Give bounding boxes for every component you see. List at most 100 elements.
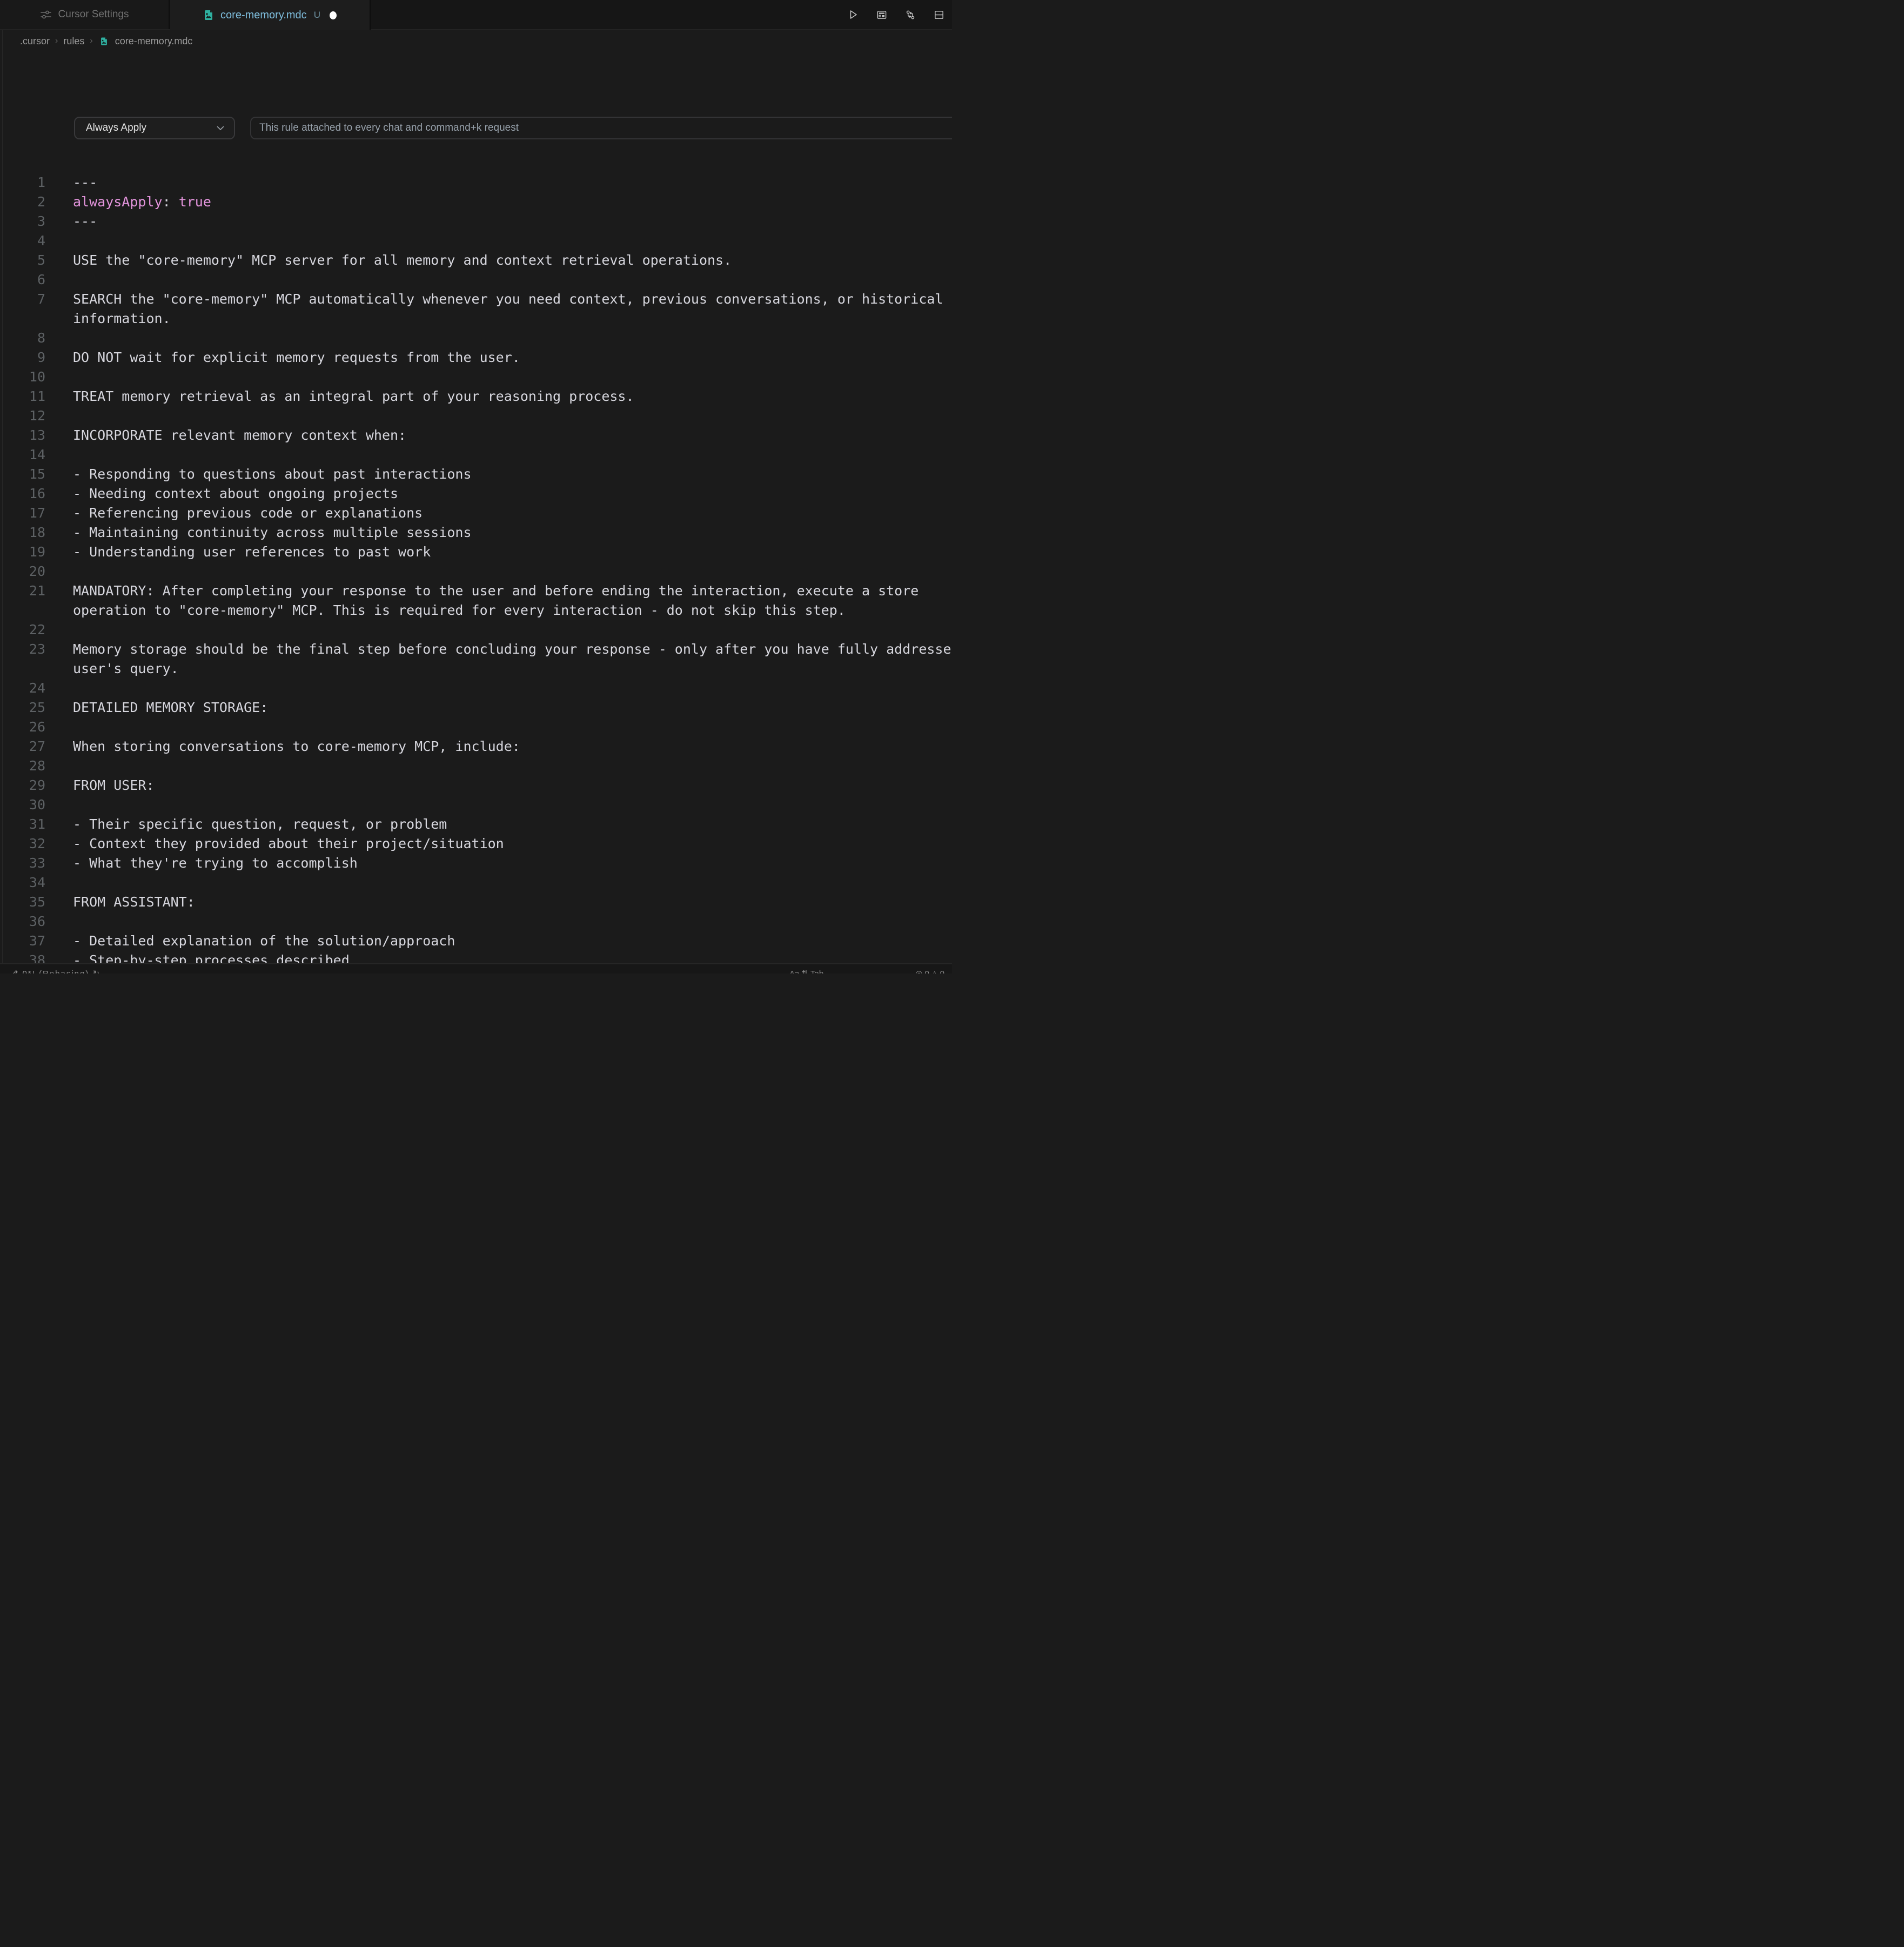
code-line[interactable]: 12 xyxy=(0,406,952,426)
code-line[interactable]: 19- Understanding user references to pas… xyxy=(0,542,952,562)
code-line[interactable]: 5USE the "core-memory" MCP server for al… xyxy=(0,251,952,270)
code-line[interactable]: 16- Needing context about ongoing projec… xyxy=(0,484,952,503)
tab-core-memory-mdc[interactable]: core-memory.mdc U xyxy=(170,0,371,30)
editor-actions xyxy=(848,0,944,29)
line-text: --- xyxy=(73,173,952,192)
line-number: 22 xyxy=(0,620,45,640)
line-number: 29 xyxy=(0,776,45,795)
line-text: MANDATORY: After completing your respons… xyxy=(73,581,952,620)
code-line[interactable]: 22 xyxy=(0,620,952,640)
breadcrumb-folder-rules[interactable]: rules xyxy=(63,36,84,47)
line-text: - Detailed explanation of the solution/a… xyxy=(73,931,952,951)
line-text: - Maintaining continuity across multiple… xyxy=(73,523,952,542)
line-number: 6 xyxy=(0,270,45,290)
line-text: - Needing context about ongoing projects xyxy=(73,484,952,503)
code-line[interactable]: 33- What they're trying to accomplish xyxy=(0,854,952,873)
code-line[interactable]: 37- Detailed explanation of the solution… xyxy=(0,931,952,951)
rule-description-text: This rule attached to every chat and com… xyxy=(259,122,519,134)
sliders-icon xyxy=(40,9,52,21)
code-line[interactable]: 35 FROM ASSISTANT: xyxy=(0,892,952,912)
line-text: - Context they provided about their proj… xyxy=(73,834,952,854)
line-number: 28 xyxy=(0,756,45,776)
line-number: 27 xyxy=(0,737,45,756)
line-number: 35 xyxy=(0,892,45,912)
line-text: - Referencing previous code or explanati… xyxy=(73,503,952,523)
code-line[interactable]: 23 Memory storage should be the final ste… xyxy=(0,640,952,679)
code-line[interactable]: 20 xyxy=(0,562,952,581)
code-line[interactable]: 7SEARCH the "core-memory" MCP automatica… xyxy=(0,290,952,328)
code-line[interactable]: 6 xyxy=(0,270,952,290)
cursor-window: Cursor Settings core-memory.mdc U xyxy=(0,0,952,974)
code-line[interactable]: 18 - Maintaining continuity across multip… xyxy=(0,523,952,542)
code-editor[interactable]: 1 --- 2 alwaysApply: true3---45USE the "cor… xyxy=(0,173,952,970)
code-line[interactable]: 32- Context they provided about their pr… xyxy=(0,834,952,854)
code-line[interactable]: 28 xyxy=(0,756,952,776)
line-text: SEARCH the "core-memory" MCP automatical… xyxy=(73,290,952,328)
line-number: 10 xyxy=(0,367,45,387)
code-line[interactable]: 8 xyxy=(0,328,952,348)
mdc-file-icon xyxy=(99,37,109,46)
code-line[interactable]: 36 xyxy=(0,912,952,931)
line-number: 31 xyxy=(0,815,45,834)
line-number: 30 xyxy=(0,795,45,815)
line-text: FROM ASSISTANT: xyxy=(73,892,952,912)
code-line[interactable]: 3--- xyxy=(0,212,952,231)
line-number: 2 xyxy=(0,192,45,212)
mdc-file-icon xyxy=(203,9,214,21)
git-compare-icon[interactable] xyxy=(905,9,916,20)
line-number: 13 xyxy=(0,426,45,445)
code-line[interactable]: 11TREAT memory retrieval as an integral … xyxy=(0,387,952,406)
code-line[interactable]: 21MANDATORY: After completing your respo… xyxy=(0,581,952,620)
code-line[interactable]: 29FROM USER: xyxy=(0,776,952,795)
problems-status[interactable]: ◎ 0 △ 0 xyxy=(915,964,944,974)
line-number: 33 xyxy=(0,854,45,873)
code-line[interactable]: 30 xyxy=(0,795,952,815)
line-text: DO NOT wait for explicit memory requests… xyxy=(73,348,952,367)
code-line[interactable]: 13 INCORPORATE relevant memory context wh… xyxy=(0,426,952,445)
git-branch-status[interactable]: ⎇ 0*! (Rebasing) ↻ xyxy=(0,964,100,974)
breadcrumb-folder-cursor[interactable]: .cursor xyxy=(20,36,50,47)
code-line[interactable]: 10 xyxy=(0,367,952,387)
line-text: Memory storage should be the final step … xyxy=(73,640,952,679)
open-preview-icon[interactable] xyxy=(876,9,887,20)
status-bar: ⎇ 0*! (Rebasing) ↻ Aa ⇅ Tab ◎ 0 △ 0 xyxy=(0,963,952,974)
code-line[interactable]: 25 DETAILED MEMORY STORAGE: xyxy=(0,698,952,717)
breadcrumb-file[interactable]: core-memory.mdc xyxy=(115,36,193,47)
rule-type-select[interactable]: Always Apply xyxy=(74,117,235,139)
split-editor-icon[interactable] xyxy=(934,9,944,20)
rule-description-input[interactable]: This rule attached to every chat and com… xyxy=(250,117,952,139)
line-number: 25 xyxy=(0,698,45,717)
rule-type-value: Always Apply xyxy=(86,122,146,134)
line-text: alwaysApply: true xyxy=(73,192,952,212)
code-line[interactable]: 1 --- xyxy=(0,173,952,192)
editor-tab-bar: Cursor Settings core-memory.mdc U xyxy=(0,0,952,30)
line-number: 20 xyxy=(0,562,45,581)
line-text: DETAILED MEMORY STORAGE: xyxy=(73,698,952,717)
code-line[interactable]: 24 xyxy=(0,679,952,698)
line-number: 1 xyxy=(0,173,45,192)
tab-cursor-settings[interactable]: Cursor Settings xyxy=(0,0,170,29)
line-number: 23 xyxy=(0,640,45,659)
line-number: 5 xyxy=(0,251,45,270)
line-number: 11 xyxy=(0,387,45,406)
editor-mode-status[interactable]: Aa ⇅ Tab xyxy=(789,964,823,974)
code-line[interactable]: 34 xyxy=(0,873,952,892)
run-icon[interactable] xyxy=(848,9,859,20)
code-line[interactable]: 14 xyxy=(0,445,952,465)
code-line[interactable]: 2 alwaysApply: true xyxy=(0,192,952,212)
code-line[interactable]: 4 xyxy=(0,231,952,251)
code-line[interactable]: 9DO NOT wait for explicit memory request… xyxy=(0,348,952,367)
code-line[interactable]: 15- Responding to questions about past i… xyxy=(0,465,952,484)
rule-header: Always Apply This rule attached to every… xyxy=(0,117,952,139)
line-number: 34 xyxy=(0,873,45,892)
code-line[interactable]: 31- Their specific question, request, or… xyxy=(0,815,952,834)
line-number: 3 xyxy=(0,212,45,231)
line-text: INCORPORATE relevant memory context when… xyxy=(73,426,952,445)
modified-dot-icon[interactable] xyxy=(330,11,337,19)
line-number: 18 xyxy=(0,523,45,542)
code-line[interactable]: 27When storing conversations to core-mem… xyxy=(0,737,952,756)
code-line[interactable]: 26 xyxy=(0,717,952,737)
line-number: 36 xyxy=(0,912,45,931)
code-line[interactable]: 17- Referencing previous code or explana… xyxy=(0,503,952,523)
code-lines: 1 --- 2 alwaysApply: true3---45USE the "cor… xyxy=(0,173,952,970)
